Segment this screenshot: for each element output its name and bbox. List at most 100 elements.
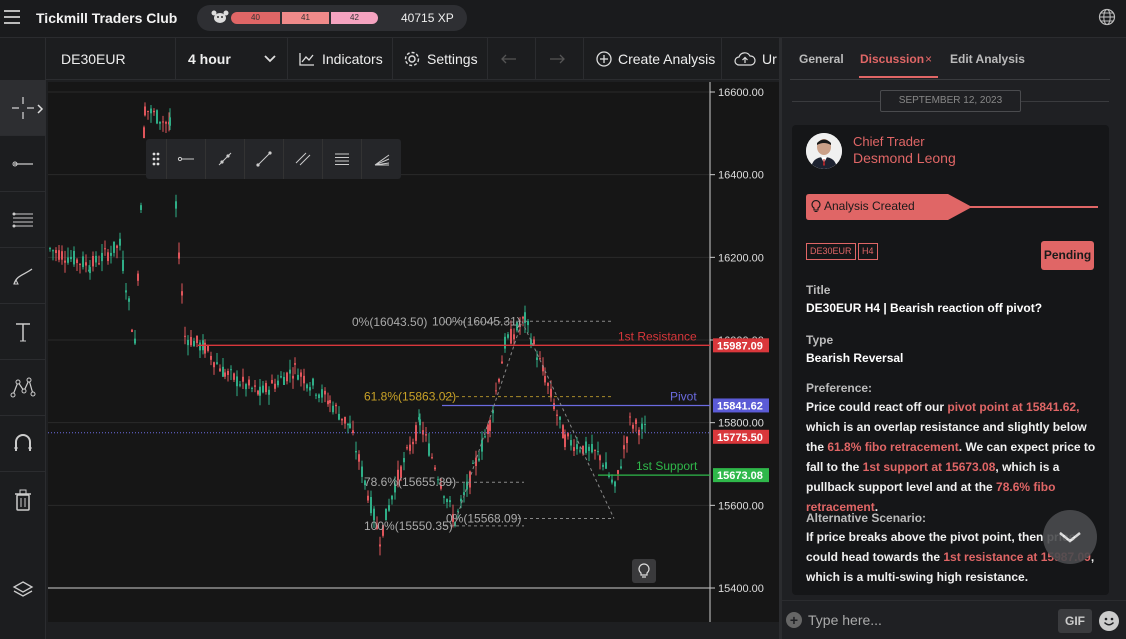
brush-tool[interactable] [0,248,46,304]
scroll-down-button[interactable] [1043,510,1097,564]
lightbulb-button[interactable] [632,559,656,583]
candle [513,334,515,340]
segment-button[interactable] [206,139,245,179]
upload-button[interactable]: Ur [722,38,780,80]
date-divider [792,101,880,102]
hamburger-menu-icon[interactable] [4,10,20,24]
candle [379,544,381,547]
candle [300,372,302,377]
candle [487,424,489,434]
candle [147,110,149,112]
create-analysis-button[interactable]: Create Analysis [584,38,722,80]
candle [324,390,326,395]
fib-fan-button[interactable] [362,139,401,179]
candle [162,121,164,123]
upload-label: Ur [762,51,777,67]
candle [125,290,127,293]
candle [388,505,390,511]
add-attachment-icon[interactable]: + [786,612,802,628]
trend-line-icon [256,151,272,167]
candle [567,433,569,437]
gif-button[interactable]: GIF [1058,609,1092,633]
candle [70,256,72,260]
layers-icon [12,581,34,597]
candle [562,425,564,439]
candle [315,394,317,396]
trend-line-button[interactable] [245,139,284,179]
horizontal-ray-button[interactable] [167,139,206,179]
date-pill: SEPTEMBER 12, 2023 [880,90,1021,112]
fib-label: 0%(15568.09) [446,512,521,526]
line-tool[interactable] [0,136,46,192]
preference-text: Price could react off our pivot point at… [806,400,1096,514]
candle [297,374,299,380]
tab-separator [790,79,1110,80]
candle [178,252,180,259]
candle [632,424,634,429]
fib-levels-button[interactable] [323,139,362,179]
fib-label: 78.6%(15655.89) [364,475,456,489]
delete-tool[interactable] [0,472,46,528]
symbol-selector[interactable]: DE30EUR [46,38,176,80]
globe-icon[interactable] [1098,8,1116,26]
candle [204,342,206,354]
candle [498,378,500,382]
candle [425,434,427,436]
xp-level: 41 [280,12,329,24]
crosshair-tool[interactable] [0,80,46,136]
candle [614,481,616,487]
chevron-right-icon[interactable] [36,104,44,114]
tab-general[interactable]: General [799,52,844,66]
candle [481,439,483,452]
pattern-tool[interactable] [0,360,46,416]
candle [52,250,54,252]
candle [644,423,646,425]
price-tick-label: 16200.00 [718,252,764,264]
settings-button[interactable]: Settings [393,38,488,80]
candle [286,372,288,382]
candle [412,441,414,445]
emoji-icon[interactable] [1099,611,1119,631]
horizontal-line-icon [12,161,33,166]
parallel-channel-button[interactable] [284,139,323,179]
candle [431,457,433,459]
fib-tool[interactable] [0,192,46,248]
candle [165,121,167,124]
candle [159,121,161,124]
text-tool[interactable] [0,304,46,360]
indicators-label: Indicators [322,51,383,67]
cloud-upload-icon [734,52,756,66]
settings-label: Settings [427,51,478,67]
candle [544,376,546,383]
candle [635,419,637,424]
message-input[interactable] [808,609,1048,631]
analysis-panel: General Discussion × Edit Analysis SEPTE… [782,38,1126,639]
tab-edit-analysis[interactable]: Edit Analysis [950,52,1025,66]
magnet-tool[interactable] [0,416,46,472]
timeframe-select[interactable]: 4 hour [176,38,288,80]
undo-button[interactable] [488,38,536,80]
drag-handle[interactable] [146,139,167,179]
tab-close-icon[interactable]: × [925,52,932,66]
price-marker-label: 15841.62 [717,400,763,412]
candle [510,328,512,344]
alternative-label: Alternative Scenario: [806,511,927,525]
candle [55,250,57,254]
candle [556,414,558,416]
candle [403,458,405,463]
candle [131,329,133,332]
candle [484,436,486,438]
candle [355,451,357,453]
candle [49,248,51,250]
candle [140,205,142,210]
panel-tabs: General Discussion × Edit Analysis [782,38,1126,80]
indicators-button[interactable]: Indicators [288,38,393,80]
layers-tool[interactable] [0,562,46,618]
price-tick-label: 16600.00 [718,87,764,99]
candle [579,450,581,452]
trash-icon [15,489,31,511]
redo-button[interactable] [536,38,584,80]
candle [190,336,192,346]
tab-discussion[interactable]: Discussion [860,52,924,66]
candle [415,425,417,441]
